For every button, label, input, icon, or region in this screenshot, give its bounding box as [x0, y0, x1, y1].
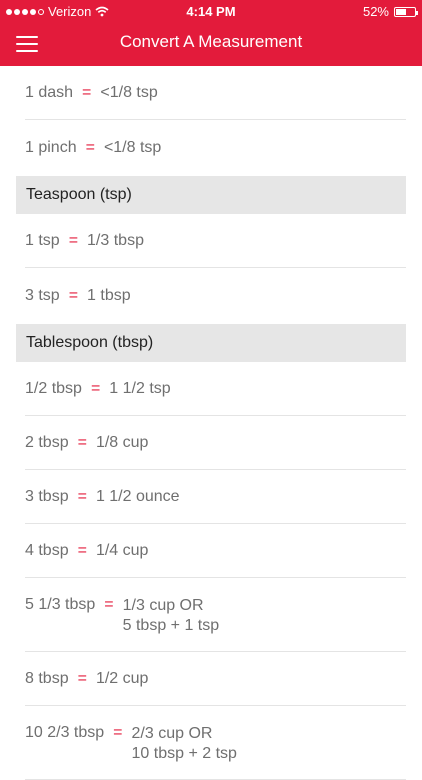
- list-item[interactable]: 10 2/3 tbsp = 2/3 cup OR 10 tbsp + 2 tsp: [25, 706, 406, 780]
- equals-sign: =: [68, 231, 79, 249]
- list-item[interactable]: 1/2 tbsp = 1 1/2 tsp: [25, 362, 406, 416]
- unit-to: 1/2 cup: [95, 669, 149, 687]
- unit-to-group: 1/3 cup OR 5 tbsp + 1 tsp: [123, 596, 220, 636]
- unit-to: 1/8 cup: [95, 433, 149, 451]
- list-item[interactable]: 1 dash = <1/8 tsp: [25, 66, 406, 120]
- unit-from: 2 tbsp: [25, 433, 69, 451]
- unit-from: 10 2/3 tbsp: [25, 724, 105, 741]
- equals-sign: =: [77, 669, 87, 687]
- page-title: Convert A Measurement: [119, 32, 303, 51]
- unit-from: 3 tsp: [25, 287, 60, 304]
- equals-sign: =: [77, 487, 87, 505]
- unit-to: <1/8 tsp: [100, 83, 158, 101]
- unit-from: 1 tsp: [25, 231, 60, 249]
- unit-to-alt: 10 tbsp + 2 tsp: [131, 745, 237, 762]
- list-item[interactable]: 1 tsp = 1/3 tbsp: [25, 214, 406, 268]
- equals-sign: =: [113, 724, 123, 741]
- equals-sign: =: [85, 139, 95, 156]
- list-item[interactable]: 1 pinch = <1/8 tsp: [25, 120, 406, 176]
- list-item[interactable]: 3 tbsp = 1 1/2 ounce: [25, 470, 406, 524]
- battery-icon: [394, 6, 418, 17]
- conversion-list[interactable]: 1 dash = <1/8 tsp 1 pinch = <1/8 tsp Tea…: [0, 66, 422, 780]
- equals-sign: =: [77, 541, 87, 559]
- unit-to-alt: 5 tbsp + 1 tsp: [122, 617, 220, 634]
- list-item[interactable]: 4 tbsp = 1/4 cup: [25, 524, 406, 578]
- unit-to-group: 2/3 cup OR 10 tbsp + 2 tsp: [132, 724, 237, 764]
- equals-sign: =: [77, 433, 87, 451]
- list-item[interactable]: 3 tsp = 1 tbsp: [25, 268, 406, 324]
- list-item[interactable]: 5 1/3 tbsp = 1/3 cup OR 5 tbsp + 1 tsp: [25, 578, 406, 652]
- unit-to: 1/4 cup: [95, 541, 149, 559]
- unit-from: 1 pinch: [25, 139, 77, 156]
- list-item[interactable]: 2 tbsp = 1/8 cup: [25, 416, 406, 470]
- unit-to: 1 1/2 tsp: [109, 379, 171, 397]
- clock: 4:14 PM: [186, 4, 236, 19]
- list-item[interactable]: 8 tbsp = 1/2 cup: [25, 652, 406, 706]
- unit-from: 4 tbsp: [25, 541, 69, 559]
- unit-to: 1 1/2 ounce: [95, 487, 180, 505]
- nav-bar: Convert A Measurement: [0, 22, 422, 66]
- status-bar: Verizon 4:14 PM 52%: [0, 0, 422, 22]
- equals-sign: =: [104, 596, 114, 613]
- section-header-teaspoon: Teaspoon (tsp): [16, 176, 406, 214]
- battery-percent: 52%: [362, 4, 389, 19]
- section-header-tablespoon: Tablespoon (tbsp): [16, 324, 406, 362]
- equals-sign: =: [90, 379, 101, 397]
- unit-from: 1 dash: [25, 83, 74, 101]
- unit-to: <1/8 tsp: [103, 139, 162, 156]
- unit-from: 5 1/3 tbsp: [25, 596, 96, 613]
- equals-sign: =: [68, 287, 79, 304]
- unit-from: 8 tbsp: [25, 669, 69, 687]
- equals-sign: =: [82, 83, 92, 101]
- unit-to: 1/3 tbsp: [87, 231, 144, 249]
- app-header: Verizon 4:14 PM 52% Convert A Measuremen…: [0, 0, 422, 66]
- unit-from: 1/2 tbsp: [25, 379, 82, 397]
- unit-to: 1 tbsp: [87, 287, 131, 304]
- battery-group: 52%: [362, 4, 418, 19]
- unit-to: 1/3 cup OR: [122, 597, 204, 614]
- unit-from: 3 tbsp: [25, 487, 69, 505]
- unit-to: 2/3 cup OR: [131, 725, 213, 742]
